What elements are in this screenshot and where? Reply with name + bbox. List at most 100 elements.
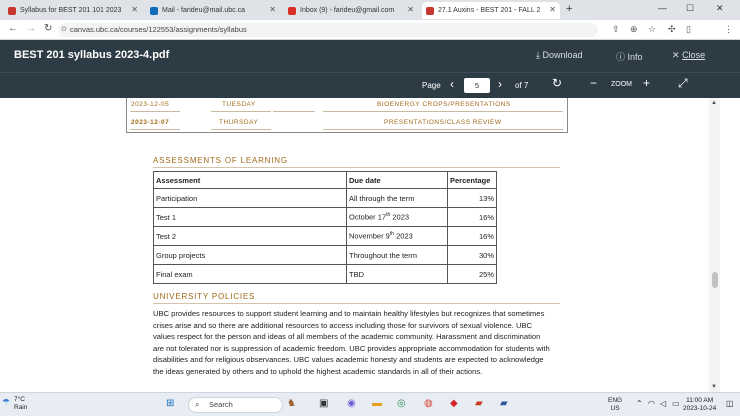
assessment-percentage: 16%	[447, 226, 497, 246]
search-placeholder: Search	[209, 400, 233, 409]
back-icon[interactable]: ←	[8, 23, 18, 34]
divider	[153, 167, 560, 168]
search-icon: ⌕	[195, 400, 200, 409]
url-text: canvas.ubc.ca/courses/122553/assignments…	[70, 25, 247, 34]
fullscreen-icon[interactable]: ⤢	[678, 76, 688, 91]
scroll-up-icon[interactable]: ▲	[711, 100, 717, 106]
pdf-toolbar: Page ‹ 5 › of 7 ↻ − ZOOM + ⤢	[0, 72, 740, 98]
new-tab-button[interactable]: +	[566, 3, 572, 15]
tab-syllabus[interactable]: Syllabus for BEST 201 101 2023 ✕	[4, 2, 142, 19]
column-header: Percentage	[447, 171, 497, 189]
edge-browser-icon[interactable]: ◎	[397, 398, 406, 409]
next-page-icon[interactable]: ›	[498, 77, 502, 91]
divider	[211, 129, 271, 130]
document-title: BEST 201 syllabus 2023-4.pdf	[14, 49, 170, 61]
close-tab-icon[interactable]: ✕	[131, 5, 138, 14]
schedule-topic: BIOENERGY CROPS/PRESENTATIONS	[377, 101, 511, 108]
word-icon[interactable]: ▰	[500, 398, 508, 409]
info-button[interactable]: ⓘ Info	[616, 50, 643, 63]
zoom-in-icon[interactable]: +	[643, 76, 650, 90]
window-close-icon[interactable]: ✕	[716, 3, 724, 14]
assessment-percentage: 16%	[447, 207, 497, 227]
document-scrollbar[interactable]	[709, 98, 720, 392]
powerpoint-icon[interactable]: ▰	[475, 398, 483, 409]
assessment-percentage: 25%	[447, 264, 497, 284]
forward-icon[interactable]: →	[26, 23, 36, 34]
zoom-out-icon[interactable]: −	[590, 76, 597, 90]
assessment-percentage: 30%	[447, 245, 497, 265]
assessment-name: Test 1	[153, 207, 347, 227]
lang-primary: ENG	[608, 397, 623, 404]
tray-chevron-icon[interactable]: ⌃	[636, 400, 643, 408]
schedule-table: 2023-12-05 TUESDAY BIOENERGY CROPS/PRESE…	[126, 98, 568, 133]
schedule-topic: PRESENTATIONS/CLASS REVIEW	[384, 119, 502, 126]
battery-icon[interactable]: ▭	[672, 400, 680, 408]
divider	[130, 129, 180, 130]
scrollbar-thumb[interactable]	[712, 272, 718, 288]
close-label: Close	[682, 50, 706, 60]
table-row: Participation All through the term 13%	[153, 188, 497, 208]
assessment-percentage: 13%	[447, 188, 497, 208]
close-tab-icon[interactable]: ✕	[549, 5, 556, 14]
chrome-browser-icon[interactable]: ◍	[424, 398, 433, 409]
assessment-name: Group projects	[153, 245, 347, 265]
download-button[interactable]: ⤓ Download	[536, 50, 583, 61]
clock[interactable]: 11:00 AM 2023-10-24	[683, 397, 716, 413]
bookmark-star-icon[interactable]: ☆	[648, 24, 656, 35]
task-view-icon[interactable]: ▣	[319, 398, 328, 409]
weather-widget[interactable]: ☂ 7°C Rain	[2, 396, 27, 412]
schedule-day: TUESDAY	[222, 101, 256, 108]
windows-taskbar: ☂ 7°C Rain ⊞ ⌕ Search ♞ ▣ ◉ ▬ ◎ ◍ ◆ ▰ ▰ …	[0, 392, 740, 416]
tab-label: Inbox (9) - farideu@gmail.com	[300, 7, 395, 14]
extensions-icon[interactable]: ✣	[668, 24, 676, 35]
reload-icon[interactable]: ↻	[44, 23, 52, 34]
taskbar-search-box[interactable]: ⌕ Search	[188, 397, 283, 413]
previous-page-icon[interactable]: ‹	[450, 77, 454, 91]
start-windows-icon[interactable]: ⊞	[166, 398, 174, 409]
url-field[interactable]: ⊙ canvas.ubc.ca/courses/122553/assignmen…	[58, 23, 598, 37]
site-info-icon[interactable]: ⊙	[61, 23, 67, 37]
minimize-icon[interactable]: —	[658, 3, 667, 13]
divider	[323, 129, 563, 130]
notifications-icon[interactable]: ◫	[726, 400, 734, 408]
address-bar-row: ← → ↻ ⊙ canvas.ubc.ca/courses/122553/ass…	[0, 20, 740, 56]
close-viewer-button[interactable]: ✕ Close	[672, 50, 705, 61]
close-tab-icon[interactable]: ✕	[269, 5, 276, 14]
page-number-input[interactable]: 5	[464, 78, 490, 93]
canvas-favicon-icon	[8, 6, 16, 15]
assessments-table: Assessment Due date Percentage Participa…	[153, 171, 497, 284]
pdf-viewer-header: BEST 201 syllabus 2023-4.pdf ⤓ Download …	[0, 40, 740, 72]
table-row: Final exam TBD 25%	[153, 264, 497, 284]
tab-mail[interactable]: Mail - farideu@mail.ubc.ca ✕	[146, 2, 280, 19]
scroll-down-icon[interactable]: ▼	[711, 384, 717, 390]
side-panel-icon[interactable]: ▯	[686, 24, 691, 35]
tab-auxins[interactable]: 27.1 Auxins - BEST 201 - FALL 2 ✕	[422, 2, 560, 19]
assessment-due: October 17th 2023	[346, 207, 448, 227]
zoom-lens-icon[interactable]: ⊕	[630, 24, 638, 35]
share-icon[interactable]: ⇪	[612, 24, 620, 35]
policies-paragraph: UBC provides resources to support studen…	[153, 309, 550, 376]
table-row: Test 2 November 9th 2023 16%	[153, 226, 497, 246]
language-indicator[interactable]: ENG US	[608, 397, 622, 413]
maximize-icon[interactable]: ☐	[686, 3, 694, 14]
wifi-icon[interactable]: ◠	[648, 400, 655, 408]
browser-menu-icon[interactable]: ⋮	[724, 24, 733, 35]
schedule-date: 2023-12-05	[131, 101, 170, 108]
tab-label: 27.1 Auxins - BEST 201 - FALL 2	[438, 7, 541, 14]
info-icon: ⓘ	[616, 52, 626, 62]
acrobat-icon[interactable]: ◆	[450, 398, 458, 409]
download-label: Download	[542, 50, 583, 60]
close-tab-icon[interactable]: ✕	[407, 5, 414, 14]
tab-label: Mail - farideu@mail.ubc.ca	[162, 7, 245, 14]
divider	[273, 111, 315, 112]
horse-widget-icon[interactable]: ♞	[287, 398, 296, 409]
teams-chat-icon[interactable]: ◉	[347, 398, 356, 409]
rotate-icon[interactable]: ↻	[552, 76, 562, 90]
tab-gmail[interactable]: Inbox (9) - farideu@gmail.com ✕	[284, 2, 418, 19]
file-explorer-icon[interactable]: ▬	[372, 398, 382, 409]
browser-tab-bar: Syllabus for BEST 201 101 2023 ✕ Mail - …	[0, 0, 740, 20]
assessment-name: Final exam	[153, 264, 347, 284]
download-icon: ⤓	[536, 50, 540, 60]
volume-icon[interactable]: ◁	[660, 400, 666, 408]
assessment-name: Participation	[153, 188, 347, 208]
